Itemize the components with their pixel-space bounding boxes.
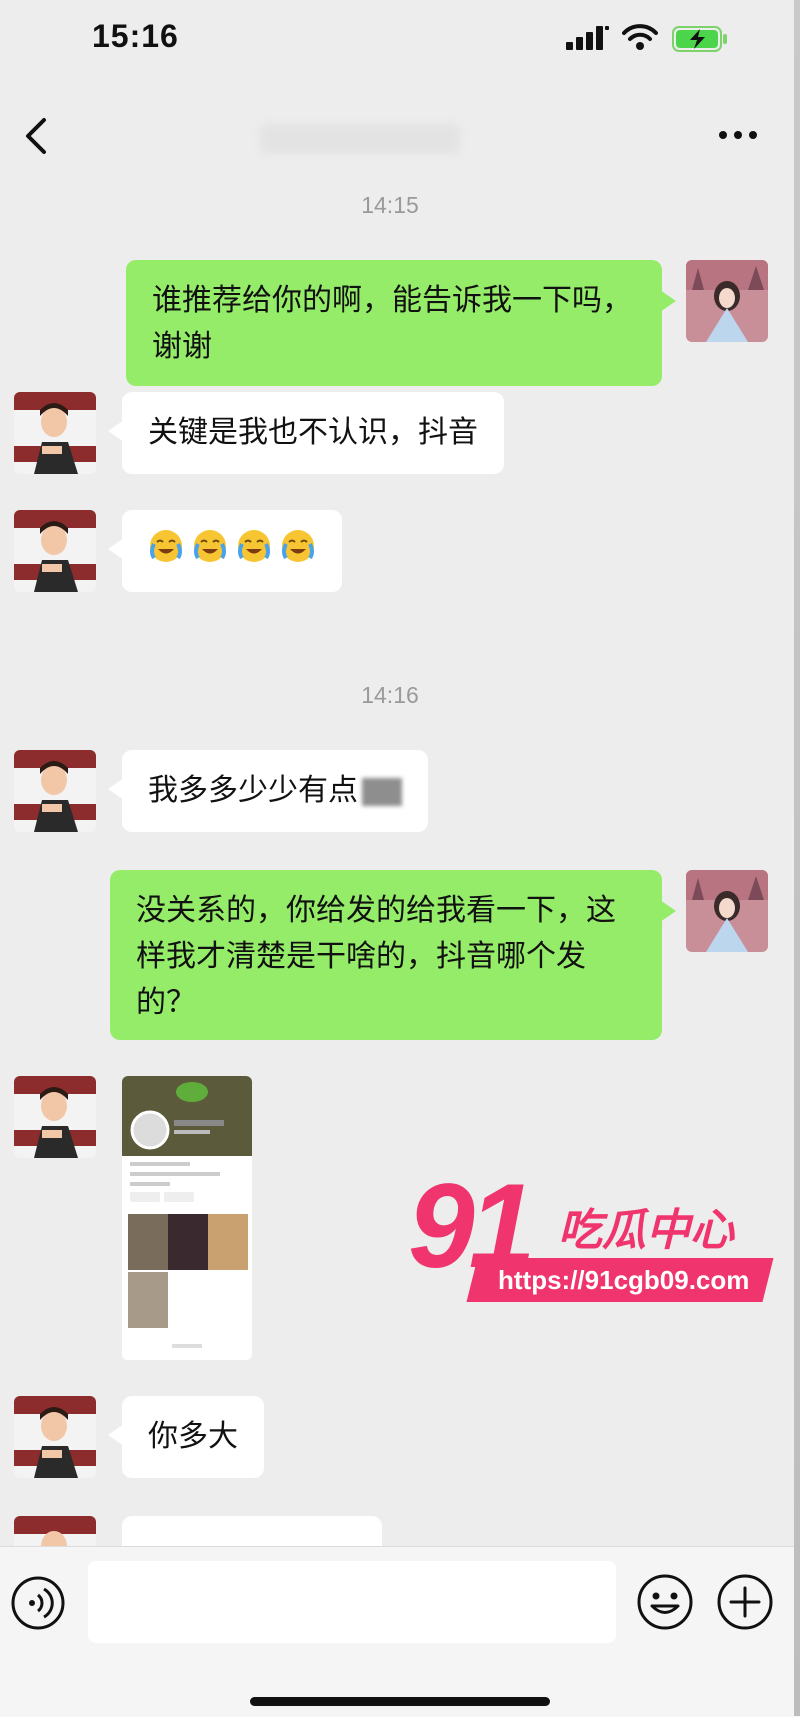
man-avatar-icon (14, 1516, 96, 1546)
wifi-icon (622, 24, 658, 50)
princess-avatar-icon (686, 870, 768, 952)
nav-bar (0, 80, 800, 176)
screen-edge (794, 0, 800, 1716)
my-avatar[interactable] (686, 870, 768, 952)
cry-laugh-emoji-icon (238, 530, 270, 562)
message-text: 我多多少少有点 (148, 773, 358, 808)
image-message-profile-screenshot[interactable] (122, 1076, 252, 1360)
back-arrow-icon[interactable] (20, 116, 54, 156)
message-bubble-theirs[interactable]: 我多多少少有点 (108, 750, 428, 832)
contact-avatar-partial[interactable] (14, 1516, 96, 1546)
contact-avatar[interactable] (14, 510, 96, 592)
contact-avatar[interactable] (14, 750, 96, 832)
timestamp: 14:15 (361, 192, 419, 218)
message-bubble-theirs[interactable]: 你多大 (108, 1396, 264, 1478)
censored-block (362, 777, 402, 806)
message-bubble-mine[interactable]: 没关系的，你给发的给我看一下，这样我才清楚是干啥的，抖音哪个发的？ (110, 870, 676, 1040)
contact-avatar[interactable] (14, 1396, 96, 1478)
emoji-picker-icon[interactable] (636, 1573, 694, 1631)
message-input[interactable] (88, 1561, 616, 1643)
man-avatar-icon (14, 1076, 96, 1158)
status-time: 15:16 (92, 18, 179, 54)
contact-avatar[interactable] (14, 392, 96, 474)
cry-laugh-emoji-icon (194, 530, 226, 562)
man-avatar-icon (14, 510, 96, 592)
battery-charging-icon (672, 26, 727, 52)
message-bubble-partial[interactable] (108, 1516, 382, 1546)
contact-avatar[interactable] (14, 1076, 96, 1158)
watermark-name: 吃瓜中心 (558, 1205, 734, 1256)
status-bar: 15:16 (0, 0, 800, 80)
princess-avatar-icon (686, 260, 768, 342)
man-avatar-icon (14, 1396, 96, 1478)
man-avatar-icon (14, 750, 96, 832)
profile-screenshot-image (122, 1076, 252, 1360)
home-indicator (250, 1697, 550, 1706)
timestamp: 14:16 (361, 682, 419, 708)
more-functions-plus-icon[interactable] (716, 1573, 774, 1631)
chat-area: 14:15 谁推荐给你的啊，能告诉我一下吗，谢谢 关键是我也不认识，抖音 14:… (0, 176, 800, 1546)
man-avatar-icon (14, 392, 96, 474)
cry-laugh-emoji-icon (282, 530, 314, 562)
voice-input-icon[interactable] (10, 1575, 66, 1631)
my-avatar[interactable] (686, 260, 768, 342)
emoji-message-bubble[interactable] (108, 510, 342, 592)
cellular-signal-icon (566, 26, 609, 50)
more-options-icon[interactable] (718, 130, 758, 140)
message-bubble-mine[interactable]: 谁推荐给你的啊，能告诉我一下吗，谢谢 (126, 260, 676, 386)
watermark: 91 吃瓜中心 https://91cgb09.com (408, 1166, 788, 1316)
watermark-url: https://91cgb09.com (498, 1265, 750, 1295)
message-bubble-theirs[interactable]: 关键是我也不认识，抖音 (108, 392, 504, 474)
emoji-row (148, 528, 316, 564)
cry-laugh-emoji-icon (150, 530, 182, 562)
chat-title-blurred (260, 124, 460, 154)
input-bar (0, 1546, 800, 1717)
